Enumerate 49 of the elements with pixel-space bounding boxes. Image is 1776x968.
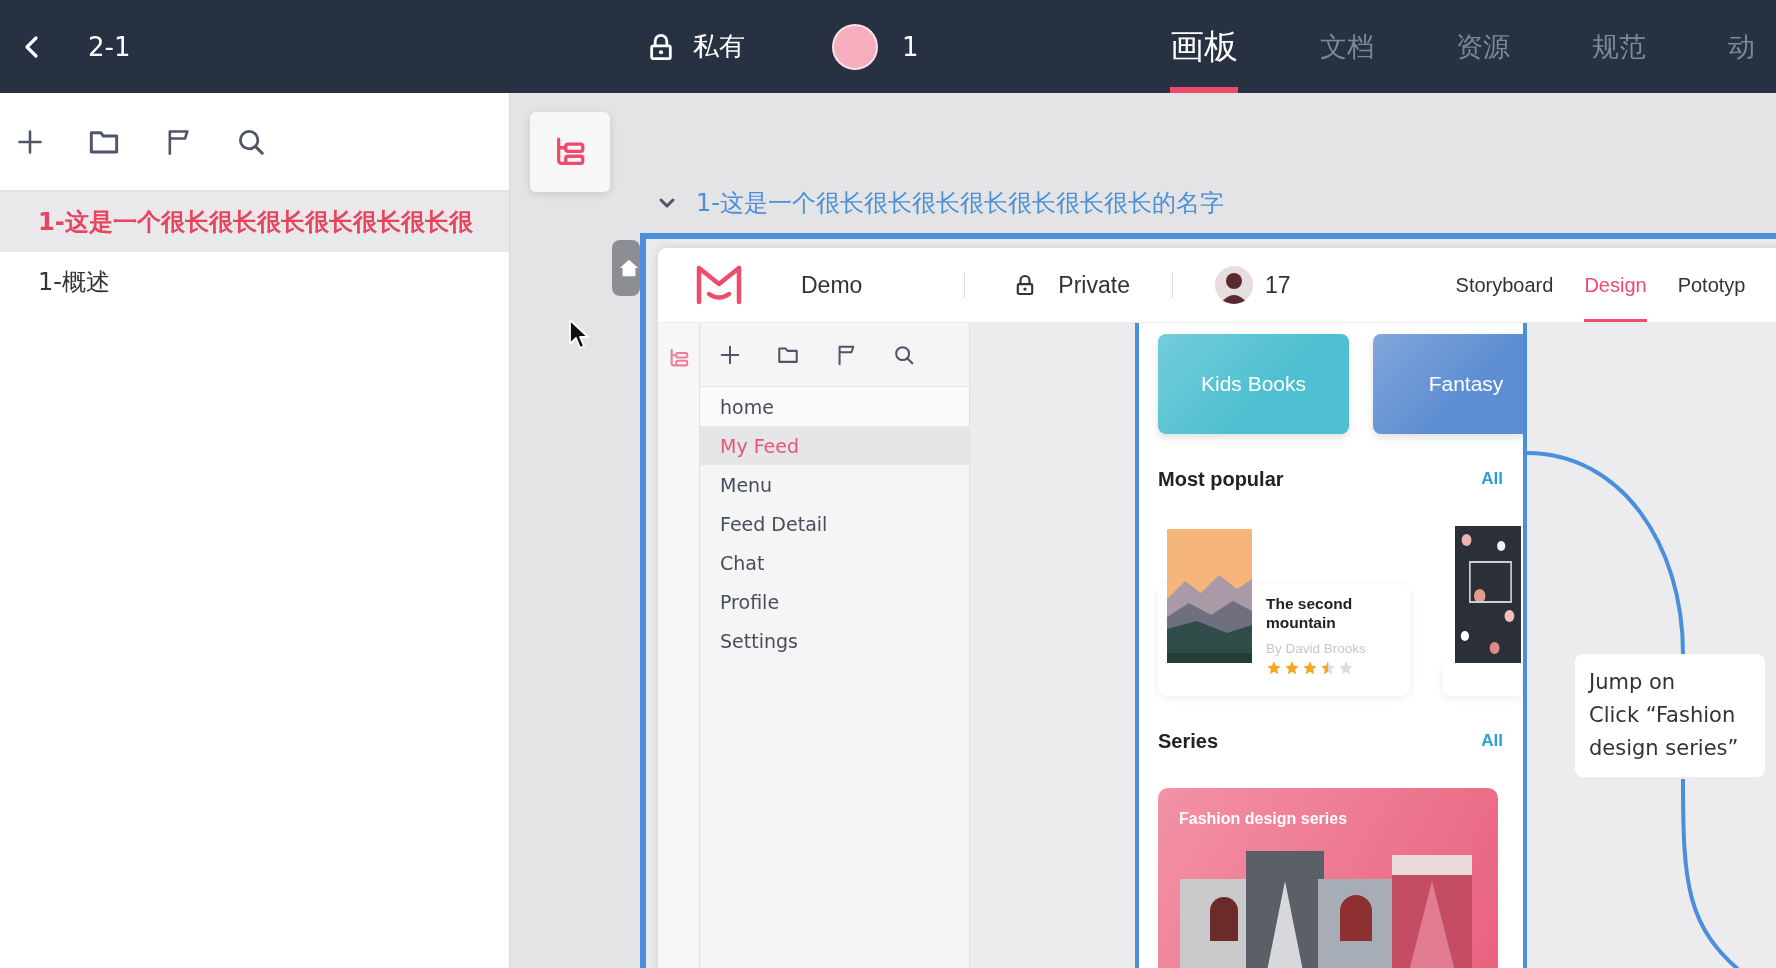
lock-icon: [649, 32, 673, 61]
page-item[interactable]: My Feed: [700, 426, 969, 465]
search-icon[interactable]: [893, 343, 915, 366]
page-item[interactable]: Menu: [700, 465, 969, 504]
see-all-link[interactable]: All: [1481, 731, 1503, 751]
home-tab[interactable]: [612, 240, 640, 296]
visibility-label: Private: [1058, 271, 1130, 299]
avatar[interactable]: [832, 23, 878, 70]
star-icon: [1302, 660, 1318, 676]
star-icon: [1266, 660, 1282, 676]
plus-icon[interactable]: [719, 343, 741, 366]
lock-icon: [1016, 274, 1035, 296]
star-icon: [1284, 660, 1300, 676]
series-card[interactable]: Fashion design series: [1158, 788, 1498, 968]
visibility-label: 私有: [693, 30, 745, 63]
project-name: Demo: [801, 271, 863, 299]
star-icon: [1338, 660, 1354, 676]
avatar[interactable]: [1214, 266, 1253, 304]
series-title: Fashion design series: [1179, 810, 1349, 828]
group-title: 1-这是一个很长很长很长很长很长很长很长的名字: [696, 188, 1224, 219]
section-title: Most popular: [1158, 467, 1284, 491]
page-item[interactable]: Settings: [700, 621, 969, 660]
page-item[interactable]: home: [700, 387, 969, 426]
cursor-icon: [568, 318, 590, 350]
member-count: 1: [902, 31, 919, 62]
annotation-note: Jump on Click “Fashion design series”: [1575, 654, 1765, 777]
page-item[interactable]: Chat: [700, 543, 969, 582]
category-card[interactable]: Fantasy: [1373, 334, 1523, 434]
member-count: 17: [1264, 271, 1291, 299]
home-icon: [618, 257, 640, 279]
page-item[interactable]: Feed Detail: [700, 504, 969, 543]
nav-tab[interactable]: 文档: [1320, 0, 1374, 93]
nav-tab[interactable]: 规范: [1592, 0, 1646, 93]
nav-tab[interactable]: Storyboard: [1455, 248, 1554, 322]
page-item[interactable]: Profile: [700, 582, 969, 621]
nav-tab[interactable]: 动: [1728, 0, 1755, 93]
see-all-link[interactable]: All: [1481, 469, 1503, 489]
page-item[interactable]: 1-这是一个很长很长很长很长很长很长很: [0, 192, 509, 252]
category-card[interactable]: Kids Books: [1158, 334, 1349, 434]
plus-icon[interactable]: [16, 127, 44, 156]
book-title: The second mountain: [1266, 594, 1354, 632]
star-icon: [1320, 660, 1336, 676]
document-title: 2-1: [88, 31, 131, 62]
nav-tab[interactable]: 资源: [1456, 0, 1510, 93]
section-title: Series: [1158, 729, 1219, 753]
nav-tab[interactable]: Pototyp: [1677, 248, 1746, 322]
page-item[interactable]: 1-概述: [0, 252, 509, 312]
logo: [694, 264, 744, 306]
outline-button[interactable]: [530, 112, 610, 192]
